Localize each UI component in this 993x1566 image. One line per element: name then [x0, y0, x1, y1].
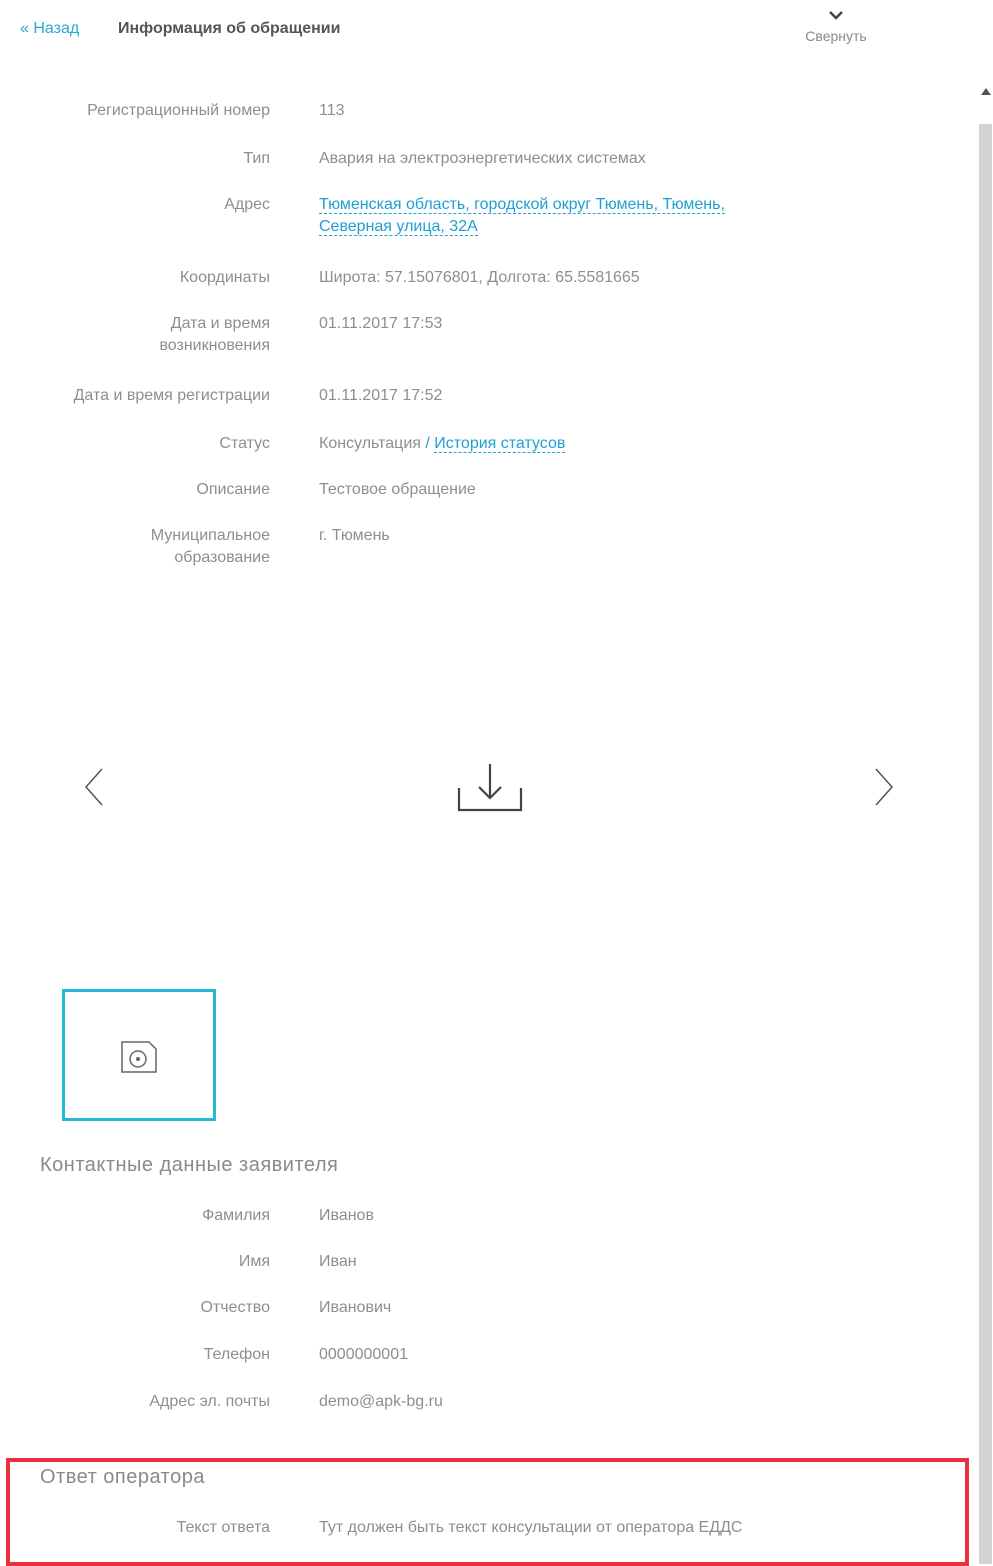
status-value: Консультация	[319, 435, 421, 452]
address-line-2[interactable]: Северная улица, 32А	[319, 218, 478, 236]
detail-value: Широта: 57.15076801, Долгота: 65.5581665	[319, 269, 640, 286]
contact-value: Иванович	[319, 1299, 392, 1316]
detail-value: 113	[319, 102, 345, 119]
contact-value: Иванов	[319, 1207, 374, 1224]
chevron-down-icon	[786, 8, 886, 28]
answer-label: Текст ответа	[176, 1519, 270, 1536]
detail-label: Тип	[243, 150, 270, 167]
address-line-1[interactable]: Тюменская область, городской округ Тюмен…	[319, 196, 725, 214]
contact-value: Иван	[319, 1253, 357, 1270]
status-history-link[interactable]: История статусов	[434, 435, 566, 453]
contact-label: Адрес эл. почты	[149, 1393, 270, 1410]
download-icon[interactable]	[455, 760, 525, 821]
page-title: Информация об обращении	[118, 20, 341, 37]
detail-value: г. Тюмень	[319, 527, 390, 544]
chevron-left-icon[interactable]	[80, 765, 108, 814]
detail-label: Адрес	[224, 196, 270, 213]
photo-icon	[121, 1041, 157, 1073]
answer-title: Ответ оператора	[40, 1466, 205, 1488]
contact-value: 0000000001	[319, 1346, 408, 1363]
detail-value: Консультация / История статусов	[319, 433, 566, 455]
contact-label: Имя	[238, 1253, 270, 1270]
detail-value: 01.11.2017 17:53	[319, 315, 443, 332]
detail-label: Координаты	[179, 269, 270, 286]
detail-value: Тестовое обращение	[319, 481, 476, 498]
detail-label: Статус	[219, 435, 270, 452]
detail-label: Муниципальное образование	[150, 527, 270, 566]
scrollbar-track[interactable]	[979, 124, 992, 1564]
collapse-label: Свернуть	[805, 28, 867, 44]
answer-value: Тут должен быть текст консультации от оп…	[319, 1519, 743, 1536]
attachment-thumbnail[interactable]	[62, 989, 216, 1121]
detail-label: Описание	[196, 481, 270, 498]
contact-value: demo@apk-bg.ru	[319, 1393, 443, 1410]
scroll-up-icon[interactable]	[981, 88, 991, 95]
contact-label: Телефон	[203, 1346, 270, 1363]
status-separator: /	[420, 435, 435, 452]
scrollbar[interactable]	[978, 88, 993, 1564]
address-link[interactable]: Тюменская область, городской округ Тюмен…	[319, 194, 725, 238]
contact-label: Фамилия	[202, 1207, 270, 1224]
back-link[interactable]: « Назад	[20, 20, 79, 38]
chevron-right-icon[interactable]	[870, 765, 898, 814]
collapse-button[interactable]: Свернуть	[786, 8, 886, 44]
detail-label: Дата и время возникновения	[159, 315, 270, 354]
contact-label: Отчество	[200, 1299, 270, 1316]
detail-value: Авария на электроэнергетических системах	[319, 150, 646, 167]
detail-label: Дата и время регистрации	[73, 387, 270, 404]
top-bar: « Назад Информация об обращении Свернуть	[0, 0, 960, 70]
contacts-title: Контактные данные заявителя	[40, 1154, 339, 1176]
detail-value: 01.11.2017 17:52	[319, 387, 443, 404]
detail-label: Регистрационный номер	[87, 102, 270, 119]
